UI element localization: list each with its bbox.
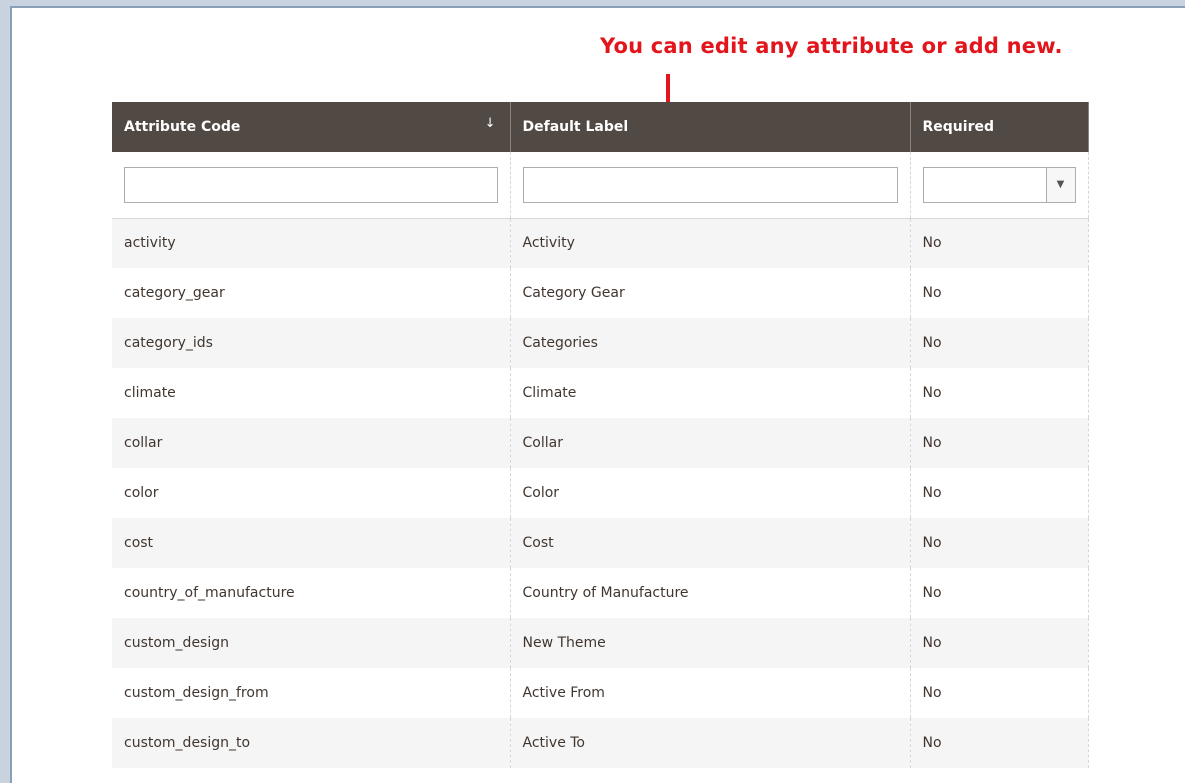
- annotation-callout: You can edit any attribute or add new.: [600, 34, 1063, 58]
- table-row[interactable]: custom_design New Theme No: [112, 618, 1089, 668]
- cell-required: No: [910, 568, 1089, 618]
- cell-attribute-code: collar: [112, 418, 511, 468]
- cell-required: No: [910, 218, 1089, 268]
- table-row[interactable]: collar Collar No: [112, 418, 1089, 468]
- cell-attribute-code: category_gear: [112, 268, 511, 318]
- cell-required: No: [910, 418, 1089, 468]
- column-header-attribute-code[interactable]: Attribute Code ↓: [112, 102, 511, 152]
- column-header-label: Required: [922, 119, 994, 135]
- table-row[interactable]: color Color No: [112, 468, 1089, 518]
- column-header-label: Attribute Code: [124, 119, 241, 135]
- required-filter-select[interactable]: ▼: [922, 166, 1076, 203]
- table-row[interactable]: cost Cost No: [112, 518, 1089, 568]
- cell-required: No: [910, 268, 1089, 318]
- cell-attribute-code: custom_design_from: [112, 668, 511, 718]
- cell-required: No: [910, 668, 1089, 718]
- filter-cell-required: ▼: [910, 152, 1089, 219]
- column-header-required[interactable]: Required: [910, 102, 1089, 152]
- cell-attribute-code: category_ids: [112, 318, 511, 368]
- cell-default-label: Country of Manufacture: [510, 568, 911, 618]
- cell-attribute-code: activity: [112, 218, 511, 268]
- cell-default-label: Active To: [510, 718, 911, 768]
- table-row[interactable]: country_of_manufacture Country of Manufac…: [112, 568, 1089, 618]
- cell-attribute-code: color: [112, 468, 511, 518]
- table-row[interactable]: custom_design_to Active To No: [112, 718, 1089, 768]
- cell-attribute-code: climate: [112, 368, 511, 418]
- cell-default-label: Color: [510, 468, 911, 518]
- cell-default-label: Category Gear: [510, 268, 911, 318]
- grid-header-row: Attribute Code ↓ Default Label Required: [112, 102, 1089, 152]
- cell-required: No: [910, 368, 1089, 418]
- column-header-label: Default Label: [522, 119, 629, 135]
- cell-attribute-code: custom_design_to: [112, 718, 511, 768]
- cell-default-label: Categories: [510, 318, 911, 368]
- filter-cell-attribute-code: [112, 152, 511, 219]
- cell-default-label: Active From: [510, 668, 911, 718]
- chevron-down-icon[interactable]: ▼: [1045, 167, 1075, 202]
- filter-cell-default-label: [510, 152, 911, 219]
- cell-attribute-code: country_of_manufacture: [112, 568, 511, 618]
- cell-required: No: [910, 518, 1089, 568]
- default-label-filter-input[interactable]: [522, 166, 898, 203]
- cell-attribute-code: custom_design: [112, 618, 511, 668]
- table-row[interactable]: custom_design_from Active From No: [112, 668, 1089, 718]
- filter-row: ▼: [112, 152, 1089, 219]
- attribute-code-filter-input[interactable]: [124, 166, 498, 203]
- cell-default-label: Collar: [510, 418, 911, 468]
- cell-required: No: [910, 318, 1089, 368]
- column-header-default-label[interactable]: Default Label: [510, 102, 911, 152]
- cell-attribute-code: cost: [112, 518, 511, 568]
- table-row[interactable]: category_ids Categories No: [112, 318, 1089, 368]
- cell-default-label: Activity: [510, 218, 911, 268]
- cell-default-label: New Theme: [510, 618, 911, 668]
- sort-arrow-icon: ↓: [484, 116, 496, 131]
- cell-default-label: Climate: [510, 368, 911, 418]
- cell-default-label: Cost: [510, 518, 911, 568]
- cell-required: No: [910, 618, 1089, 668]
- table-row[interactable]: category_gear Category Gear No: [112, 268, 1089, 318]
- cell-required: No: [910, 718, 1089, 768]
- page-panel: You can edit any attribute or add new. A…: [10, 6, 1185, 783]
- table-row[interactable]: activity Activity No: [112, 218, 1089, 268]
- cell-required: No: [910, 468, 1089, 518]
- table-row[interactable]: climate Climate No: [112, 368, 1089, 418]
- attributes-grid: Attribute Code ↓ Default Label Required: [112, 102, 1089, 768]
